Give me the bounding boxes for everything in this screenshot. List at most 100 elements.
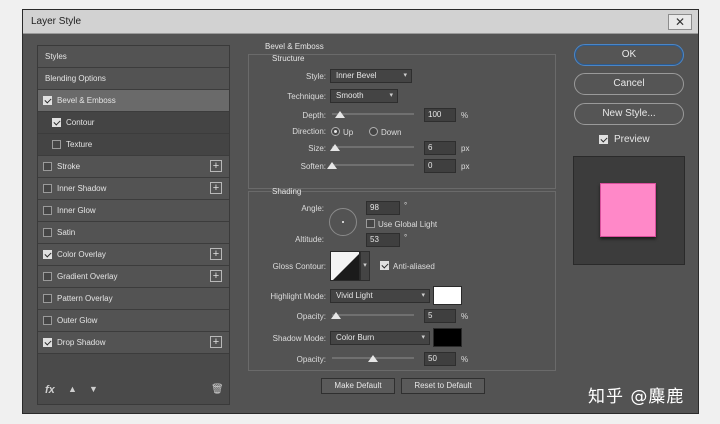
chevron-down-icon: ▾ <box>421 334 425 341</box>
style-item[interactable]: Stroke + <box>38 156 229 178</box>
angle-input[interactable]: 98 <box>366 201 400 215</box>
styles-list-panel: Styles Blending Options Bevel & Emboss Cont… <box>37 45 230 405</box>
style-item-checkbox[interactable] <box>43 162 52 171</box>
style-item-checkbox[interactable] <box>43 316 52 325</box>
style-item-label: Contour <box>66 118 95 127</box>
title-bar: Layer Style ✕ <box>23 10 698 34</box>
altitude-input[interactable]: 53 <box>366 233 400 247</box>
direction-up-radio[interactable] <box>331 127 340 136</box>
soften-label: Soften: <box>300 162 326 171</box>
style-item[interactable]: Texture <box>38 134 229 156</box>
style-item-checkbox[interactable] <box>52 118 61 127</box>
size-input[interactable]: 6 <box>424 141 456 155</box>
style-item-checkbox[interactable] <box>43 96 52 105</box>
soften-input[interactable]: 0 <box>424 159 456 173</box>
preview-swatch <box>600 183 656 237</box>
styles-list-footer: fx ▲ ▼ 🗑 <box>38 378 229 404</box>
style-item-checkbox[interactable] <box>43 294 52 303</box>
style-item-checkbox[interactable] <box>43 272 52 281</box>
use-global-light-checkbox[interactable] <box>366 219 375 228</box>
size-label: Size: <box>308 144 326 153</box>
style-item[interactable]: Gradient Overlay + <box>38 266 229 288</box>
size-unit: px <box>461 144 470 153</box>
style-item-label: Styles <box>45 52 67 61</box>
shadow-opacity-input[interactable]: 50 <box>424 352 456 366</box>
depth-input[interactable]: 100 <box>424 108 456 122</box>
gloss-contour-dropdown[interactable]: ▾ <box>360 251 370 281</box>
chevron-down-icon: ▾ <box>389 92 393 99</box>
size-slider-thumb[interactable] <box>330 144 341 151</box>
add-effect-plus-icon[interactable]: + <box>210 248 222 260</box>
new-style-button[interactable]: New Style... <box>574 103 684 125</box>
size-slider-track[interactable] <box>332 146 414 148</box>
style-label: Style: <box>305 72 326 81</box>
close-button[interactable]: ✕ <box>668 14 692 30</box>
ok-button[interactable]: OK <box>574 44 684 66</box>
style-item-label: Outer Glow <box>57 316 98 325</box>
gloss-contour-preview[interactable] <box>330 251 360 281</box>
use-global-light-label: Use Global Light <box>378 220 438 229</box>
preview-checkbox[interactable] <box>599 135 608 144</box>
shadow-color-swatch[interactable] <box>433 328 462 347</box>
reset-to-default-button[interactable]: Reset to Default <box>401 378 485 394</box>
style-item-checkbox[interactable] <box>52 140 61 149</box>
add-effect-plus-icon[interactable]: + <box>210 336 222 348</box>
style-item[interactable]: Inner Glow <box>38 200 229 222</box>
style-item[interactable]: Pattern Overlay <box>38 288 229 310</box>
add-effect-plus-icon[interactable]: + <box>210 160 222 172</box>
style-item-checkbox[interactable] <box>43 338 52 347</box>
highlight-opacity-input[interactable]: 5 <box>424 309 456 323</box>
technique-label: Technique: <box>287 92 326 101</box>
style-dropdown-value: Inner Bevel <box>336 71 377 80</box>
make-default-button[interactable]: Make Default <box>321 378 395 394</box>
style-item[interactable]: Styles <box>38 46 229 68</box>
style-item-label: Bevel & Emboss <box>57 96 116 105</box>
chevron-down-icon: ▾ <box>403 72 407 79</box>
highlight-opacity-slider-thumb[interactable] <box>331 312 342 319</box>
add-effect-plus-icon[interactable]: + <box>210 270 222 282</box>
style-dropdown[interactable]: Inner Bevel ▾ <box>330 69 412 83</box>
altitude-label: Altitude: <box>295 235 324 244</box>
move-up-icon[interactable]: ▲ <box>68 384 77 394</box>
add-effect-plus-icon[interactable]: + <box>210 182 222 194</box>
technique-dropdown-value: Smooth <box>336 91 364 100</box>
highlight-color-swatch[interactable] <box>433 286 462 305</box>
structure-title: Structure <box>272 54 305 63</box>
style-item[interactable]: Inner Shadow + <box>38 178 229 200</box>
dialog-title: Layer Style <box>31 16 82 27</box>
soften-slider-track[interactable] <box>332 164 414 166</box>
move-down-icon[interactable]: ▼ <box>89 384 98 394</box>
style-item-checkbox[interactable] <box>43 250 52 259</box>
style-item-label: Gradient Overlay <box>57 272 118 281</box>
fx-icon[interactable]: fx <box>45 384 55 396</box>
style-item[interactable]: Bevel & Emboss <box>38 90 229 112</box>
highlight-opacity-slider-track[interactable] <box>332 314 414 316</box>
depth-slider-thumb[interactable] <box>335 111 346 118</box>
soften-unit: px <box>461 162 470 171</box>
style-item[interactable]: Color Overlay + <box>38 244 229 266</box>
style-item-checkbox[interactable] <box>43 184 52 193</box>
highlight-mode-dropdown[interactable]: Vivid Light ▾ <box>330 289 430 303</box>
direction-down-radio[interactable] <box>369 127 378 136</box>
style-item[interactable]: Contour <box>38 112 229 134</box>
style-item[interactable]: Outer Glow <box>38 310 229 332</box>
shadow-mode-dropdown[interactable]: Color Burn ▾ <box>330 331 430 345</box>
shadow-opacity-slider-thumb[interactable] <box>368 355 378 362</box>
style-item[interactable]: Blending Options <box>38 68 229 90</box>
soften-slider-thumb[interactable] <box>327 162 337 169</box>
layer-style-dialog: Layer Style ✕ Styles Blending Options Beve… <box>22 9 699 414</box>
style-item-label: Drop Shadow <box>57 338 106 347</box>
cancel-button[interactable]: Cancel <box>574 73 684 95</box>
trash-icon[interactable]: 🗑 <box>211 384 224 395</box>
direction-down-label: Down <box>381 128 402 137</box>
chevron-down-icon: ▾ <box>421 292 425 299</box>
depth-unit: % <box>461 111 469 120</box>
style-item[interactable]: Drop Shadow + <box>38 332 229 354</box>
style-item[interactable]: Satin <box>38 222 229 244</box>
angle-dial[interactable] <box>329 208 357 236</box>
style-item-checkbox[interactable] <box>43 206 52 215</box>
anti-aliased-label: Anti-aliased <box>393 262 435 271</box>
anti-aliased-checkbox[interactable] <box>380 261 389 270</box>
style-item-checkbox[interactable] <box>43 228 52 237</box>
technique-dropdown[interactable]: Smooth ▾ <box>330 89 398 103</box>
